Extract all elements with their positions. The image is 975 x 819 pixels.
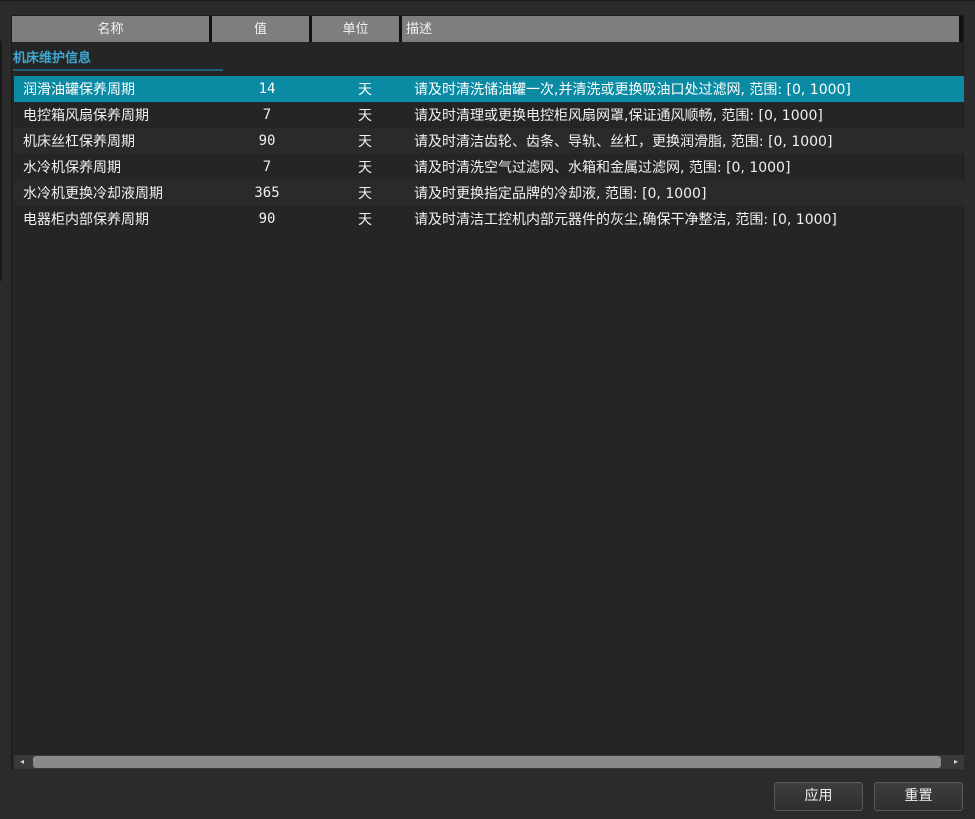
row-name: 水冷机保养周期 — [23, 160, 121, 176]
column-header-description[interactable]: 描述 — [402, 16, 963, 42]
section-title[interactable]: 机床维护信息 — [13, 49, 223, 71]
row-unit: 天 — [358, 160, 372, 176]
row-value[interactable]: 14 — [214, 81, 320, 97]
row-value[interactable]: 7 — [214, 107, 320, 123]
row-name: 润滑油罐保养周期 — [23, 82, 135, 98]
row-unit: 天 — [358, 212, 372, 228]
table-row[interactable]: 水冷机更换冷却液周期 365 天 请及时更换指定品牌的冷却液, 范围: [0, … — [14, 180, 964, 206]
row-name: 机床丝杠保养周期 — [23, 134, 135, 150]
horizontal-scrollbar[interactable]: ◂ ▸ — [14, 755, 964, 769]
row-name: 电器柜内部保养周期 — [23, 212, 149, 228]
table-row[interactable]: 机床丝杠保养周期 90 天 请及时清洁齿轮、齿条、导轨、丝杠，更换润滑脂, 范围… — [14, 128, 964, 154]
row-description: 请及时清洁工控机内部元器件的灰尘,确保干净整洁, 范围: [0, 1000] — [414, 212, 837, 228]
row-value[interactable]: 7 — [214, 159, 320, 175]
row-value[interactable]: 365 — [214, 185, 320, 201]
scroll-right-icon[interactable]: ▸ — [948, 755, 964, 769]
left-border — [0, 41, 2, 281]
scrollbar-thumb[interactable] — [33, 756, 941, 768]
row-value[interactable]: 90 — [214, 211, 320, 227]
row-unit: 天 — [358, 108, 372, 124]
row-name: 水冷机更换冷却液周期 — [23, 186, 163, 202]
row-description: 请及时清洗空气过滤网、水箱和金属过滤网, 范围: [0, 1000] — [414, 160, 791, 176]
row-description: 请及时清理或更换电控柜风扇网罩,保证通风顺畅, 范围: [0, 1000] — [414, 108, 823, 124]
column-header-value[interactable]: 值 — [212, 16, 312, 42]
row-unit: 天 — [358, 134, 372, 150]
maintenance-table-panel: 名称 值 单位 描述 机床维护信息 润滑油罐保养周期 14 天 请及时清洗储油罐… — [11, 15, 964, 769]
row-description: 请及时清洁齿轮、齿条、导轨、丝杠，更换润滑脂, 范围: [0, 1000] — [414, 134, 833, 150]
apply-button[interactable]: 应用 — [774, 782, 863, 811]
row-unit: 天 — [358, 82, 372, 98]
row-description: 请及时更换指定品牌的冷却液, 范围: [0, 1000] — [414, 186, 707, 202]
reset-button[interactable]: 重置 — [874, 782, 963, 811]
maintenance-dialog: 名称 值 单位 描述 机床维护信息 润滑油罐保养周期 14 天 请及时清洗储油罐… — [0, 0, 975, 819]
table-row[interactable]: 电器柜内部保养周期 90 天 请及时清洁工控机内部元器件的灰尘,确保干净整洁, … — [14, 206, 964, 232]
table-row[interactable]: 水冷机保养周期 7 天 请及时清洗空气过滤网、水箱和金属过滤网, 范围: [0,… — [14, 154, 964, 180]
table-row[interactable]: 润滑油罐保养周期 14 天 请及时清洗储油罐一次,并清洗或更换吸油口处过滤网, … — [14, 76, 964, 102]
row-unit: 天 — [358, 186, 372, 202]
row-value[interactable]: 90 — [214, 133, 320, 149]
row-name: 电控箱风扇保养周期 — [23, 108, 149, 124]
column-header-name[interactable]: 名称 — [12, 16, 212, 42]
row-description: 请及时清洗储油罐一次,并清洗或更换吸油口处过滤网, 范围: [0, 1000] — [414, 82, 851, 98]
scroll-left-icon[interactable]: ◂ — [14, 755, 30, 769]
table-rows: 润滑油罐保养周期 14 天 请及时清洗储油罐一次,并清洗或更换吸油口处过滤网, … — [14, 76, 964, 232]
table-row[interactable]: 电控箱风扇保养周期 7 天 请及时清理或更换电控柜风扇网罩,保证通风顺畅, 范围… — [14, 102, 964, 128]
column-header-unit[interactable]: 单位 — [312, 16, 402, 42]
table-header: 名称 值 单位 描述 — [12, 16, 963, 42]
